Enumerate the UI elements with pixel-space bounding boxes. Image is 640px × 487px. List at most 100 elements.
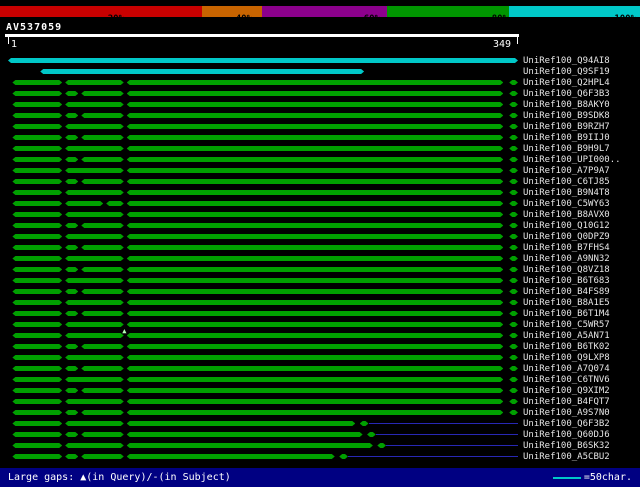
hit-bar-segment[interactable] bbox=[65, 432, 78, 437]
hit-bar-segment[interactable] bbox=[12, 344, 62, 349]
hit-label[interactable]: UniRef100_A5CBU2 bbox=[523, 452, 610, 462]
hit-bar-segment[interactable] bbox=[65, 80, 124, 85]
alignment-row[interactable]: UniRef100_B6TK02 bbox=[0, 341, 640, 352]
hit-bar-segment[interactable] bbox=[127, 267, 504, 272]
hit-bar-segment[interactable] bbox=[12, 146, 62, 151]
hit-bar-segment[interactable] bbox=[65, 421, 124, 426]
hit-bar-segment[interactable] bbox=[509, 399, 518, 404]
alignment-row[interactable]: UniRef100_Q0DPZ9 bbox=[0, 231, 640, 242]
hit-bar-segment[interactable] bbox=[127, 245, 504, 250]
hit-bar-segment[interactable] bbox=[127, 135, 504, 140]
alignment-row[interactable]: UniRef100_Q94AI8 bbox=[0, 55, 640, 66]
hit-label[interactable]: UniRef100_Q8VZ18 bbox=[523, 265, 610, 275]
hit-bar-segment[interactable] bbox=[81, 267, 124, 272]
hit-bar-segment[interactable] bbox=[127, 300, 504, 305]
hit-bar-segment[interactable] bbox=[106, 201, 124, 206]
hit-bar-segment[interactable] bbox=[81, 366, 124, 371]
hit-bar-segment[interactable] bbox=[127, 399, 504, 404]
hit-bar-segment[interactable] bbox=[12, 256, 62, 261]
hit-bar-segment[interactable] bbox=[12, 179, 62, 184]
hit-bar-segment[interactable] bbox=[127, 256, 504, 261]
hit-bar-segment[interactable] bbox=[65, 388, 78, 393]
hit-bar-segment[interactable] bbox=[65, 234, 124, 239]
hit-bar-segment[interactable] bbox=[509, 366, 518, 371]
hit-bar-segment[interactable] bbox=[12, 223, 62, 228]
hit-bar-segment[interactable] bbox=[65, 91, 78, 96]
hit-label[interactable]: UniRef100_B8AKY0 bbox=[523, 100, 610, 110]
alignment-row[interactable]: UniRef100_Q8VZ18 bbox=[0, 264, 640, 275]
hit-bar-segment[interactable] bbox=[509, 157, 518, 162]
alignment-row[interactable]: UniRef100_B8A1E5 bbox=[0, 297, 640, 308]
hit-bar-segment[interactable] bbox=[509, 135, 518, 140]
hit-bar-segment[interactable] bbox=[81, 344, 124, 349]
hit-bar-segment[interactable] bbox=[81, 157, 124, 162]
hit-bar-segment[interactable] bbox=[509, 278, 518, 283]
hit-label[interactable]: UniRef100_B8A1E5 bbox=[523, 298, 610, 308]
hit-label[interactable]: UniRef100_B4FS89 bbox=[523, 287, 610, 297]
hit-bar-segment[interactable] bbox=[12, 377, 62, 382]
hit-bar-segment[interactable] bbox=[127, 311, 504, 316]
hit-bar-segment[interactable] bbox=[81, 245, 124, 250]
hit-label[interactable]: UniRef100_Q0DPZ9 bbox=[523, 232, 610, 242]
hit-bar-segment[interactable] bbox=[509, 311, 518, 316]
alignment-row[interactable]: UniRef100_Q60DJ6 bbox=[0, 429, 640, 440]
hit-label[interactable]: UniRef100_B9IIJ0 bbox=[523, 133, 610, 143]
hit-bar-segment[interactable] bbox=[81, 223, 124, 228]
alignment-row[interactable]: UniRef100_Q6F3B2 bbox=[0, 418, 640, 429]
hit-bar-segment[interactable] bbox=[509, 234, 518, 239]
hit-bar-segment[interactable] bbox=[65, 377, 124, 382]
hit-bar-segment[interactable] bbox=[127, 234, 504, 239]
hit-bar-segment[interactable] bbox=[12, 454, 62, 459]
hit-bar-segment[interactable] bbox=[12, 300, 62, 305]
hit-bar-segment[interactable] bbox=[81, 410, 124, 415]
hit-bar-segment[interactable] bbox=[509, 333, 518, 338]
hit-label[interactable]: UniRef100_B4FQT7 bbox=[523, 397, 610, 407]
hit-bar-segment[interactable] bbox=[12, 245, 62, 250]
hit-bar-segment[interactable] bbox=[12, 421, 62, 426]
hit-bar-segment[interactable] bbox=[127, 421, 356, 426]
hit-label[interactable]: UniRef100_Q9LXP8 bbox=[523, 353, 610, 363]
hit-label[interactable]: UniRef100_C5WY63 bbox=[523, 199, 610, 209]
alignment-row[interactable]: UniRef100_Q9XIM2 bbox=[0, 385, 640, 396]
alignment-row[interactable]: UniRef100_C6TJ85 bbox=[0, 176, 640, 187]
hit-bar-segment[interactable] bbox=[509, 267, 518, 272]
hit-bar-segment[interactable] bbox=[127, 278, 504, 283]
hit-bar-segment[interactable] bbox=[127, 377, 504, 382]
hit-bar-segment[interactable] bbox=[367, 432, 376, 437]
hit-label[interactable]: UniRef100_Q9SF19 bbox=[523, 67, 610, 77]
hit-bar-segment[interactable] bbox=[12, 102, 62, 107]
alignment-row[interactable]: UniRef100_A9S7N0 bbox=[0, 407, 640, 418]
hit-bar-segment[interactable] bbox=[81, 289, 124, 294]
hit-bar-segment[interactable] bbox=[12, 366, 62, 371]
hit-bar-segment[interactable] bbox=[12, 234, 62, 239]
hit-bar-segment[interactable] bbox=[509, 113, 518, 118]
hit-bar-segment[interactable] bbox=[127, 190, 504, 195]
hit-label[interactable]: UniRef100_B6SK32 bbox=[523, 441, 610, 451]
hit-bar-segment[interactable] bbox=[65, 322, 124, 327]
hit-bar-segment[interactable] bbox=[40, 69, 364, 74]
hit-label[interactable]: UniRef100_C6TJ85 bbox=[523, 177, 610, 187]
hit-label[interactable]: UniRef100_Q60DJ6 bbox=[523, 430, 610, 440]
hit-label[interactable]: UniRef100_Q6F3B3 bbox=[523, 89, 610, 99]
hit-bar-segment[interactable] bbox=[65, 212, 124, 217]
alignment-row[interactable]: UniRef100_C5WR57 bbox=[0, 319, 640, 330]
alignment-row[interactable]: UniRef100_B8AKY0 bbox=[0, 99, 640, 110]
hit-bar-segment[interactable] bbox=[127, 102, 504, 107]
hit-bar-segment[interactable] bbox=[127, 223, 504, 228]
alignment-row[interactable]: UniRef100_Q6F3B3 bbox=[0, 88, 640, 99]
hit-bar-segment[interactable] bbox=[81, 311, 124, 316]
hit-bar-segment[interactable] bbox=[12, 410, 62, 415]
hit-bar-segment[interactable] bbox=[65, 278, 124, 283]
hit-label[interactable]: UniRef100_UPI000.. bbox=[523, 155, 621, 165]
hit-label[interactable]: UniRef100_B9N4T8 bbox=[523, 188, 610, 198]
alignment-row[interactable]: UniRef100_B8AVX0 bbox=[0, 209, 640, 220]
hit-bar-segment[interactable] bbox=[65, 113, 78, 118]
alignment-row[interactable]: UniRef100_B9SDK8 bbox=[0, 110, 640, 121]
hit-label[interactable]: UniRef100_B9RZH7 bbox=[523, 122, 610, 132]
hit-bar-segment[interactable] bbox=[509, 322, 518, 327]
hit-bar-segment[interactable] bbox=[127, 124, 504, 129]
hit-bar-segment[interactable] bbox=[65, 344, 78, 349]
hit-bar-segment[interactable] bbox=[65, 443, 124, 448]
hit-bar-segment[interactable] bbox=[127, 366, 504, 371]
hit-label[interactable]: UniRef100_C5WR57 bbox=[523, 320, 610, 330]
